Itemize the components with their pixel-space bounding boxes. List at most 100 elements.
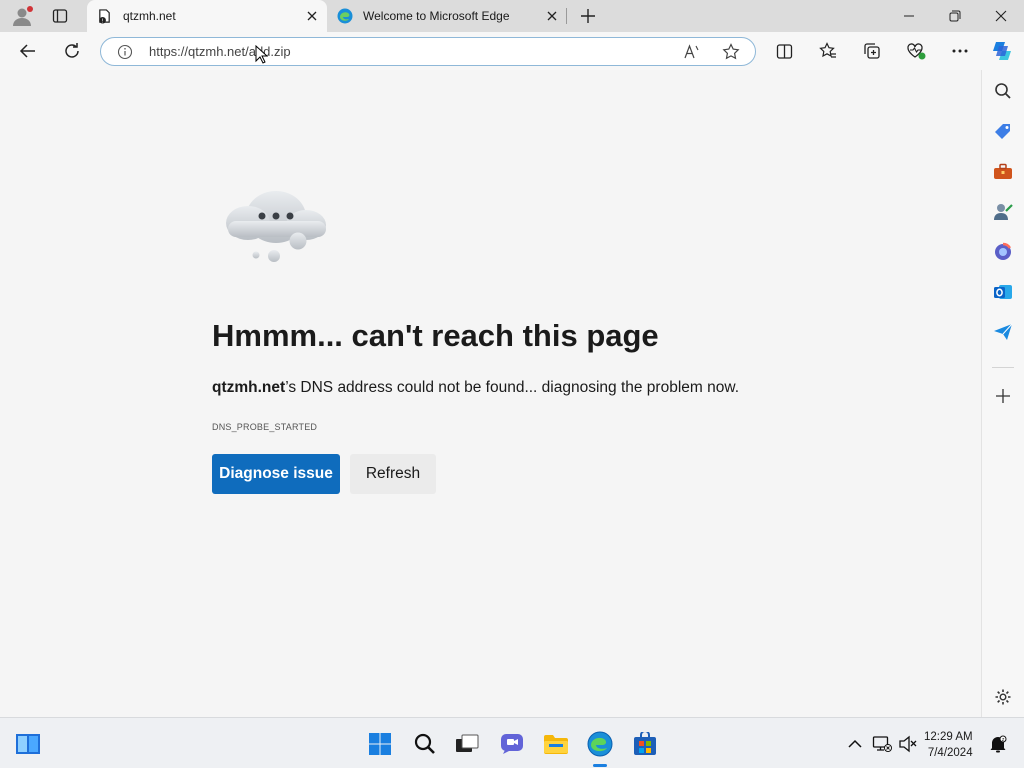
search-icon bbox=[995, 83, 1011, 99]
sidebar-microsoft365[interactable] bbox=[990, 239, 1016, 265]
tab-title: qtzmh.net bbox=[123, 9, 176, 23]
tools-icon bbox=[994, 163, 1012, 179]
tab-strip: ! qtzmh.net Welcome to Microsoft Edge bbox=[0, 0, 1024, 32]
network-status[interactable] bbox=[868, 730, 896, 758]
sidebar-tools[interactable] bbox=[990, 159, 1016, 185]
close-tab-icon[interactable] bbox=[545, 9, 559, 23]
collections-button[interactable] bbox=[858, 38, 886, 64]
tab-qtzmh[interactable]: ! qtzmh.net bbox=[87, 0, 327, 32]
folder-icon bbox=[544, 735, 568, 754]
widgets-icon bbox=[16, 734, 40, 754]
close-window-button[interactable] bbox=[978, 0, 1024, 32]
new-tab-button[interactable] bbox=[574, 4, 602, 28]
back-button[interactable] bbox=[14, 38, 42, 64]
shopping-tag-icon bbox=[995, 124, 1010, 139]
copilot-icon bbox=[993, 42, 1011, 60]
favorites-star-icon bbox=[819, 42, 836, 58]
add-favorite-star-icon[interactable] bbox=[722, 43, 740, 61]
error-description: qtzmh.net’s DNS address could not be fou… bbox=[212, 379, 739, 397]
read-aloud-icon[interactable] bbox=[683, 44, 701, 60]
heart-pulse-icon bbox=[907, 43, 926, 60]
favorites-button[interactable] bbox=[814, 38, 842, 64]
url-text[interactable]: https://qtzmh.net/add.zip bbox=[149, 44, 291, 59]
cloud-illustration bbox=[226, 191, 326, 262]
minimize-button[interactable] bbox=[886, 0, 932, 32]
arrow-left-icon bbox=[19, 44, 35, 58]
svg-text:!: ! bbox=[102, 19, 104, 24]
split-screen-icon bbox=[776, 43, 792, 59]
split-screen-button[interactable] bbox=[770, 38, 798, 64]
sidebar-drop[interactable] bbox=[990, 319, 1016, 345]
show-hidden-icons-button[interactable] bbox=[841, 730, 869, 758]
restore-icon bbox=[949, 10, 961, 22]
settings-icon bbox=[995, 689, 1011, 705]
store-button[interactable] bbox=[631, 730, 659, 758]
file-explorer-button[interactable] bbox=[542, 730, 570, 758]
outlook-icon bbox=[994, 285, 1012, 299]
active-app-indicator bbox=[593, 764, 607, 767]
close-icon bbox=[995, 10, 1007, 22]
vertical-tabs-icon bbox=[52, 9, 68, 23]
edge-logo-icon bbox=[587, 731, 613, 757]
collections-icon bbox=[864, 43, 880, 59]
volume-status[interactable] bbox=[894, 730, 922, 758]
edge-logo-icon bbox=[337, 8, 353, 24]
task-view-button[interactable] bbox=[453, 730, 481, 758]
clock-time: 12:29 AM bbox=[924, 731, 973, 743]
more-dots-icon bbox=[952, 49, 968, 53]
tab-actions-button[interactable] bbox=[46, 4, 74, 28]
sidebar-games[interactable] bbox=[990, 199, 1016, 225]
edge-sidebar bbox=[981, 70, 1024, 717]
chat-button[interactable] bbox=[498, 730, 526, 758]
system-clock[interactable]: 12:29 AM 7/4/2024 bbox=[924, 729, 973, 761]
minimize-icon bbox=[904, 15, 914, 17]
sidebar-outlook[interactable] bbox=[990, 279, 1016, 305]
start-button[interactable] bbox=[366, 730, 394, 758]
refresh-icon bbox=[65, 43, 79, 58]
tab-welcome-edge[interactable]: Welcome to Microsoft Edge bbox=[327, 0, 567, 32]
copilot-button[interactable] bbox=[988, 38, 1016, 64]
profile-button[interactable] bbox=[8, 4, 36, 28]
error-page: Hmmm... can't reach this page qtzmh.net’… bbox=[0, 70, 981, 717]
notifications-button[interactable]: z bbox=[984, 730, 1012, 758]
send-icon bbox=[994, 323, 1013, 340]
plus-icon bbox=[581, 9, 595, 23]
refresh-page-button[interactable]: Refresh bbox=[350, 454, 436, 494]
error-code: DNS_PROBE_STARTED bbox=[212, 422, 318, 432]
windows-start-icon bbox=[369, 733, 391, 755]
sidebar-settings[interactable] bbox=[990, 684, 1016, 710]
refresh-button[interactable] bbox=[58, 38, 86, 64]
browser-essentials-button[interactable] bbox=[902, 38, 930, 64]
clock-date: 7/4/2024 bbox=[927, 747, 973, 759]
chevron-up-icon bbox=[848, 739, 862, 748]
sidebar-divider bbox=[992, 367, 1014, 368]
task-view-icon bbox=[456, 734, 479, 752]
add-icon bbox=[996, 389, 1010, 403]
diagnose-issue-button[interactable]: Diagnose issue bbox=[212, 454, 340, 494]
sidebar-add[interactable] bbox=[990, 383, 1016, 409]
mouse-cursor-icon bbox=[255, 45, 268, 64]
error-heading: Hmmm... can't reach this page bbox=[212, 318, 659, 353]
chat-icon bbox=[501, 734, 523, 754]
edge-taskbar-button[interactable] bbox=[586, 730, 614, 758]
windows-taskbar: 12:29 AM 7/4/2024 z bbox=[0, 717, 1024, 768]
microsoft365-icon bbox=[995, 242, 1011, 260]
profile-icon bbox=[13, 6, 33, 26]
page-error-icon: ! bbox=[99, 9, 110, 24]
notification-bell-icon: z bbox=[990, 735, 1007, 753]
restore-button[interactable] bbox=[932, 0, 978, 32]
search-icon bbox=[414, 733, 435, 754]
taskbar-search-button[interactable] bbox=[411, 730, 439, 758]
svg-text:z: z bbox=[1002, 737, 1005, 743]
sidebar-shopping[interactable] bbox=[990, 119, 1016, 145]
widgets-button[interactable] bbox=[14, 730, 42, 758]
error-message: ’s DNS address could not be found... dia… bbox=[285, 379, 739, 396]
store-icon bbox=[634, 732, 656, 755]
close-tab-icon[interactable] bbox=[305, 9, 319, 23]
games-icon bbox=[994, 204, 1013, 220]
info-icon bbox=[117, 44, 133, 60]
settings-more-button[interactable] bbox=[946, 38, 974, 64]
volume-muted-icon bbox=[899, 735, 917, 753]
sidebar-search[interactable] bbox=[990, 78, 1016, 104]
address-bar[interactable]: https://qtzmh.net/add.zip bbox=[100, 37, 756, 66]
